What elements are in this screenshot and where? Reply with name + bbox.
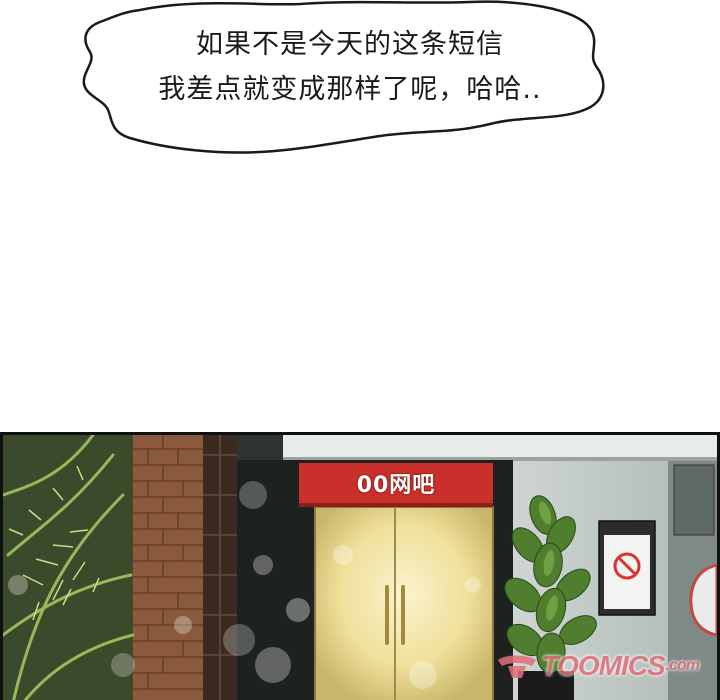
watermark-brand: TOOMICS — [541, 650, 666, 681]
bubble-line-1: 如果不是今天的这条短信 — [196, 29, 504, 60]
store-sign: 00网吧 — [299, 463, 493, 507]
comic-panel-cafe-entrance: 00网吧 TOOMICS .com — [0, 432, 720, 700]
store-sign-text: 00网吧 — [356, 473, 436, 498]
speech-bubble: 如果不是今天的这条短信 我差点就变成那样了呢，哈哈.. — [0, 0, 720, 200]
bubble-line-2: 我差点就变成那样了呢，哈哈.. — [158, 74, 542, 105]
toomics-watermark: TOOMICS .com — [496, 650, 700, 682]
watermark-domain: .com — [665, 657, 700, 674]
no-entry-sign — [598, 520, 656, 616]
toomics-logo-icon — [497, 655, 536, 678]
speech-bubble-text: 如果不是今天的这条短信 我差点就变成那样了呢，哈哈.. — [110, 22, 590, 112]
